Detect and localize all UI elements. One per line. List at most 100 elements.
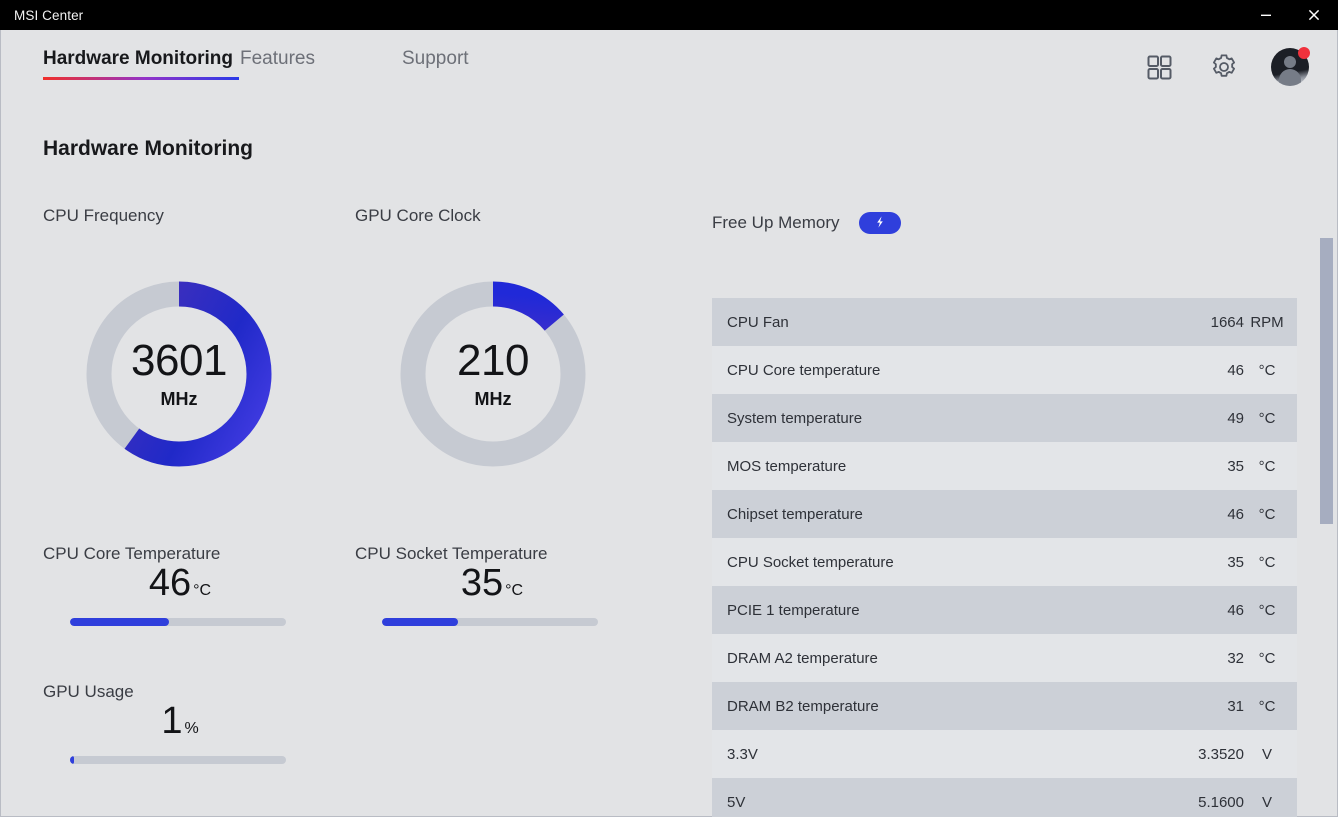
free-up-memory-button[interactable] [859, 212, 901, 234]
table-row[interactable]: 5V 5.1600 V [712, 778, 1297, 817]
apps-grid-icon[interactable] [1141, 49, 1177, 85]
tab-hardware-monitoring[interactable]: Hardware Monitoring [43, 48, 240, 84]
navbar: Hardware Monitoring Features Support [1, 30, 1337, 105]
sensor-value: 35 [1164, 554, 1244, 571]
metric-label: CPU Core Temperature [43, 544, 343, 564]
free-up-memory-label: Free Up Memory [712, 213, 840, 233]
gauge-row: CPU Frequency [43, 206, 663, 536]
sensor-name: CPU Fan [727, 314, 1164, 331]
metric-unit: °C [505, 582, 523, 600]
metric-progress-fill [70, 756, 74, 764]
gpu-core-clock-gauge: GPU Core Clock [355, 206, 655, 476]
gauge-donut: 210 MHz [391, 272, 595, 476]
sensor-value: 46 [1164, 602, 1244, 619]
avatar[interactable] [1271, 48, 1309, 86]
lightning-bolt-icon [873, 215, 887, 232]
tab-support[interactable]: Support [402, 48, 469, 84]
sensor-value: 49 [1164, 410, 1244, 427]
metric-readout: 46 °C [43, 564, 343, 618]
tab-label: Features [240, 48, 315, 69]
metric-value: 35 [461, 564, 503, 602]
metric-value: 1 [161, 702, 182, 740]
metric-readout: 35 °C [355, 564, 655, 618]
gauge-value: 210 [457, 339, 529, 383]
metric-progress-track [382, 618, 598, 626]
sensor-unit: °C [1244, 458, 1290, 475]
title-bar: MSI Center [0, 0, 1338, 30]
sensor-value: 3.3520 [1164, 746, 1244, 763]
sensor-value: 31 [1164, 698, 1244, 715]
sensor-name: System temperature [727, 410, 1164, 427]
gpu-usage-metric: GPU Usage 1 % [43, 682, 343, 764]
sensor-value: 5.1600 [1164, 794, 1244, 811]
table-row[interactable]: Chipset temperature 46 °C [712, 490, 1297, 538]
gauge-unit: MHz [161, 389, 198, 410]
avatar-body [1279, 69, 1301, 86]
metric-progress-track [70, 618, 286, 626]
avatar-head [1284, 56, 1296, 68]
metric-unit: % [184, 720, 198, 738]
notification-badge [1298, 47, 1310, 59]
cpu-core-temperature-metric: CPU Core Temperature 46 °C [43, 544, 343, 626]
left-column: CPU Frequency [43, 206, 663, 544]
table-row[interactable]: MOS temperature 35 °C [712, 442, 1297, 490]
msi-center-window: MSI Center Hardware Monitoring [0, 0, 1338, 817]
page-title: Hardware Monitoring [43, 137, 253, 161]
sensor-unit: °C [1244, 602, 1290, 619]
vertical-scrollbar[interactable] [1320, 208, 1333, 812]
tab-label: Support [402, 48, 469, 69]
tab-bar: Hardware Monitoring Features Support [43, 48, 469, 84]
tab-features[interactable]: Features [240, 48, 402, 84]
sensor-unit: °C [1244, 650, 1290, 667]
sensor-name: 5V [727, 794, 1164, 811]
sensor-unit: RPM [1244, 314, 1290, 331]
table-row[interactable]: DRAM B2 temperature 31 °C [712, 682, 1297, 730]
metric-value: 46 [149, 564, 191, 602]
sensor-unit: °C [1244, 506, 1290, 523]
gauge-unit: MHz [475, 389, 512, 410]
table-row[interactable]: CPU Socket temperature 35 °C [712, 538, 1297, 586]
cpu-frequency-gauge: CPU Frequency [43, 206, 343, 476]
table-row[interactable]: CPU Core temperature 46 °C [712, 346, 1297, 394]
table-row[interactable]: DRAM A2 temperature 32 °C [712, 634, 1297, 682]
gear-icon[interactable] [1206, 49, 1242, 85]
gauge-label: CPU Frequency [43, 206, 343, 226]
scrollbar-thumb[interactable] [1320, 238, 1333, 524]
sensor-unit: V [1244, 746, 1290, 763]
gauge-value: 3601 [131, 339, 227, 383]
free-up-memory-header: Free Up Memory [712, 206, 1297, 240]
sensor-unit: °C [1244, 554, 1290, 571]
sensor-value: 35 [1164, 458, 1244, 475]
gauge-readout: 210 MHz [391, 272, 595, 476]
window-title: MSI Center [14, 8, 83, 23]
metric-progress-fill [70, 618, 169, 626]
sensor-unit: °C [1244, 410, 1290, 427]
sensor-name: MOS temperature [727, 458, 1164, 475]
metric-progress-fill [382, 618, 458, 626]
sensor-list[interactable]: CPU Fan 1664 RPM CPU Core temperature 46… [712, 298, 1297, 817]
right-column: Free Up Memory CPU Fan 1664 RPM CPU [712, 206, 1297, 817]
table-row[interactable]: System temperature 49 °C [712, 394, 1297, 442]
metric-label: CPU Socket Temperature [355, 544, 655, 564]
sensor-name: DRAM A2 temperature [727, 650, 1164, 667]
sensor-name: PCIE 1 temperature [727, 602, 1164, 619]
sensor-unit: °C [1244, 362, 1290, 379]
table-row[interactable]: PCIE 1 temperature 46 °C [712, 586, 1297, 634]
sensor-name: DRAM B2 temperature [727, 698, 1164, 715]
gauge-donut: 3601 MHz [77, 272, 281, 476]
gauge-label: GPU Core Clock [355, 206, 655, 226]
metric-progress-track [70, 756, 286, 764]
gauge-readout: 3601 MHz [77, 272, 281, 476]
cpu-socket-temperature-metric: CPU Socket Temperature 35 °C [355, 544, 655, 626]
table-row[interactable]: CPU Fan 1664 RPM [712, 298, 1297, 346]
minimize-button[interactable] [1242, 0, 1290, 30]
active-tab-underline [43, 77, 239, 80]
sensor-value: 1664 [1164, 314, 1244, 331]
window-body: Hardware Monitoring Features Support [0, 30, 1338, 817]
table-row[interactable]: 3.3V 3.3520 V [712, 730, 1297, 778]
metric-unit: °C [193, 582, 211, 600]
sensor-value: 46 [1164, 506, 1244, 523]
sensor-unit: V [1244, 794, 1290, 811]
close-icon[interactable] [1290, 0, 1338, 30]
sensor-unit: °C [1244, 698, 1290, 715]
